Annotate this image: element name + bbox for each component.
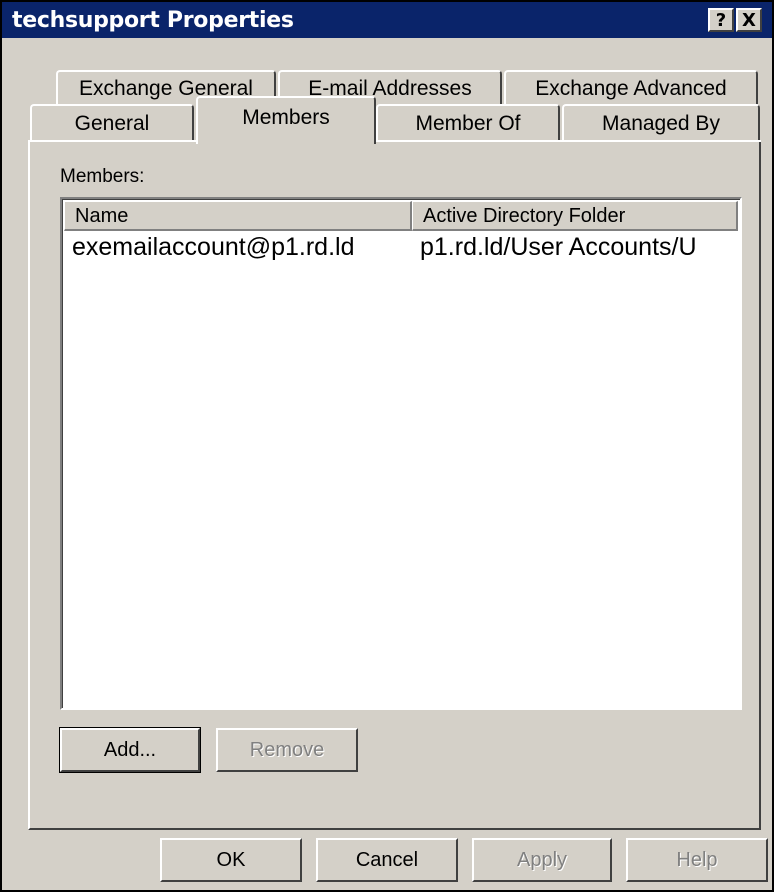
title-bar[interactable]: techsupport Properties ? X	[2, 2, 772, 38]
tab-general[interactable]: General	[30, 104, 194, 140]
help-icon[interactable]: ?	[708, 8, 734, 32]
members-label: Members:	[60, 166, 145, 187]
cancel-button[interactable]: Cancel	[316, 838, 458, 882]
panel-top-edge-left	[28, 140, 196, 142]
tab-label: Members	[242, 106, 330, 129]
help-button[interactable]: Help	[626, 838, 768, 882]
tab-label: Exchange Advanced	[535, 77, 727, 100]
cancel-button-label: Cancel	[355, 848, 419, 871]
help-glyph: ?	[715, 9, 727, 31]
remove-button[interactable]: Remove	[216, 728, 358, 772]
column-header-name[interactable]: Name	[64, 201, 412, 231]
tab-label: Member Of	[415, 112, 521, 135]
add-button-label: Add...	[103, 738, 157, 761]
ok-button-label: OK	[216, 848, 246, 871]
tab-managed-by[interactable]: Managed By	[562, 104, 760, 140]
tab-members[interactable]: Members	[196, 96, 376, 144]
properties-dialog: techsupport Properties ? X Exchange Gene…	[0, 0, 774, 892]
tab-label: General	[74, 112, 150, 135]
apply-button[interactable]: Apply	[472, 838, 612, 882]
add-button[interactable]: Add...	[59, 727, 201, 773]
member-folder: p1.rd.ld/User Accounts/U	[420, 233, 697, 261]
tab-label: Managed By	[602, 112, 720, 135]
ok-button[interactable]: OK	[160, 838, 302, 882]
column-header-label: Active Directory Folder	[423, 205, 626, 227]
member-name: exemailaccount@p1.rd.ld	[72, 233, 355, 261]
help-button-label: Help	[676, 848, 718, 871]
close-icon[interactable]: X	[736, 8, 762, 32]
members-list[interactable]: Name Active Directory Folder exemailacco…	[60, 197, 742, 710]
column-header-label: Name	[75, 205, 129, 227]
panel-top-edge-right	[374, 140, 761, 142]
tab-member-of[interactable]: Member Of	[376, 104, 560, 140]
close-glyph: X	[742, 9, 756, 31]
remove-button-label: Remove	[249, 738, 325, 761]
column-header-folder[interactable]: Active Directory Folder	[412, 201, 738, 231]
window-title: techsupport Properties	[12, 8, 294, 33]
apply-button-label: Apply	[516, 848, 568, 871]
tab-exchange-advanced[interactable]: Exchange Advanced	[504, 70, 758, 104]
